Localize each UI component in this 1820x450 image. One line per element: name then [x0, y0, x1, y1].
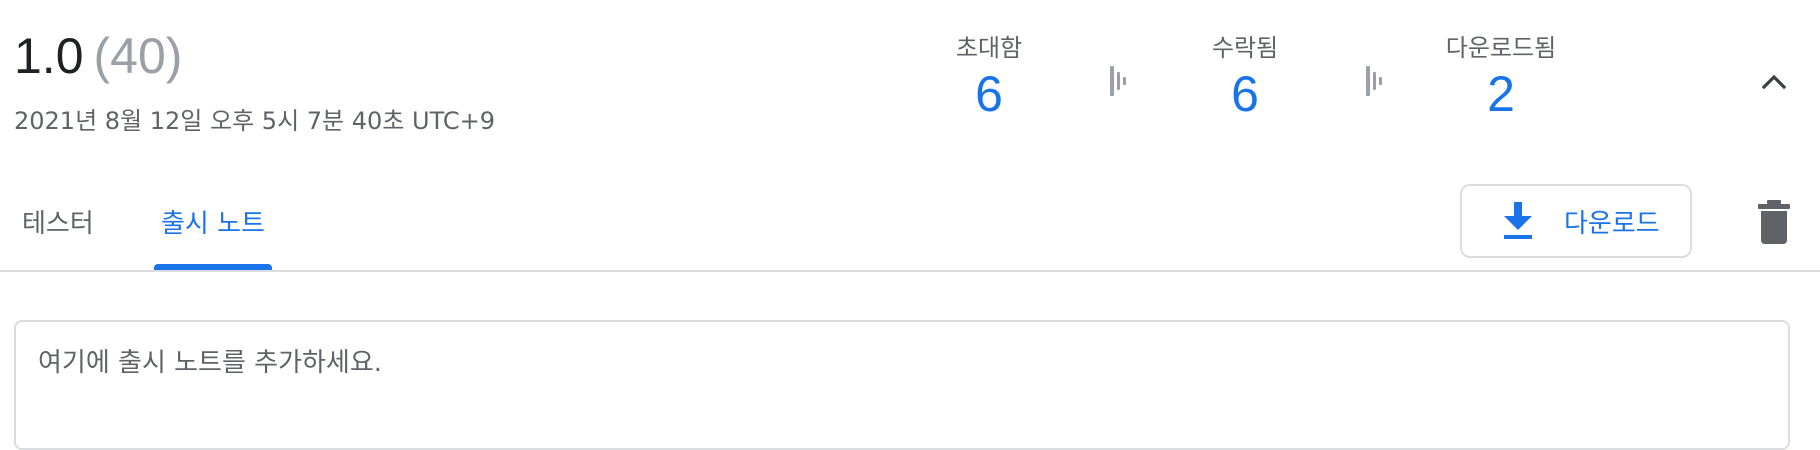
stat-accepted: 수락됨 6: [1145, 32, 1345, 122]
stat-invited: 초대함 6: [889, 32, 1089, 122]
funnel-arrow-icon: [1110, 66, 1126, 96]
stat-downloaded-value: 2: [1487, 66, 1515, 122]
stat-invited-value: 6: [975, 66, 1003, 122]
download-icon: [1504, 202, 1532, 239]
chevron-up-icon[interactable]: [1758, 66, 1790, 98]
download-button[interactable]: 다운로드: [1460, 184, 1692, 258]
stat-accepted-label: 수락됨: [1211, 34, 1279, 62]
stat-invited-label: 초대함: [955, 34, 1023, 62]
tabs-divider: [0, 270, 1820, 272]
stat-accepted-value: 6: [1231, 66, 1259, 122]
release-title: 1.0 (40): [14, 26, 182, 86]
tab-testers[interactable]: 테스터: [16, 196, 100, 270]
release-timestamp: 2021년 8월 12일 오후 5시 7분 40초 UTC+9: [14, 107, 495, 135]
tab-release-notes[interactable]: 출시 노트: [154, 196, 272, 270]
delete-icon[interactable]: [1756, 200, 1792, 244]
funnel-arrow-icon: [1366, 66, 1382, 96]
download-button-label: 다운로드: [1564, 208, 1660, 239]
release-version: 1.0: [14, 28, 84, 84]
release-notes-placeholder: 여기에 출시 노트를 추가하세요.: [38, 348, 383, 378]
stat-downloaded-label: 다운로드됨: [1445, 34, 1557, 62]
release-notes-input[interactable]: 여기에 출시 노트를 추가하세요.: [14, 320, 1790, 450]
stat-downloaded: 다운로드됨 2: [1401, 32, 1601, 122]
release-build-count: (40): [93, 28, 183, 84]
